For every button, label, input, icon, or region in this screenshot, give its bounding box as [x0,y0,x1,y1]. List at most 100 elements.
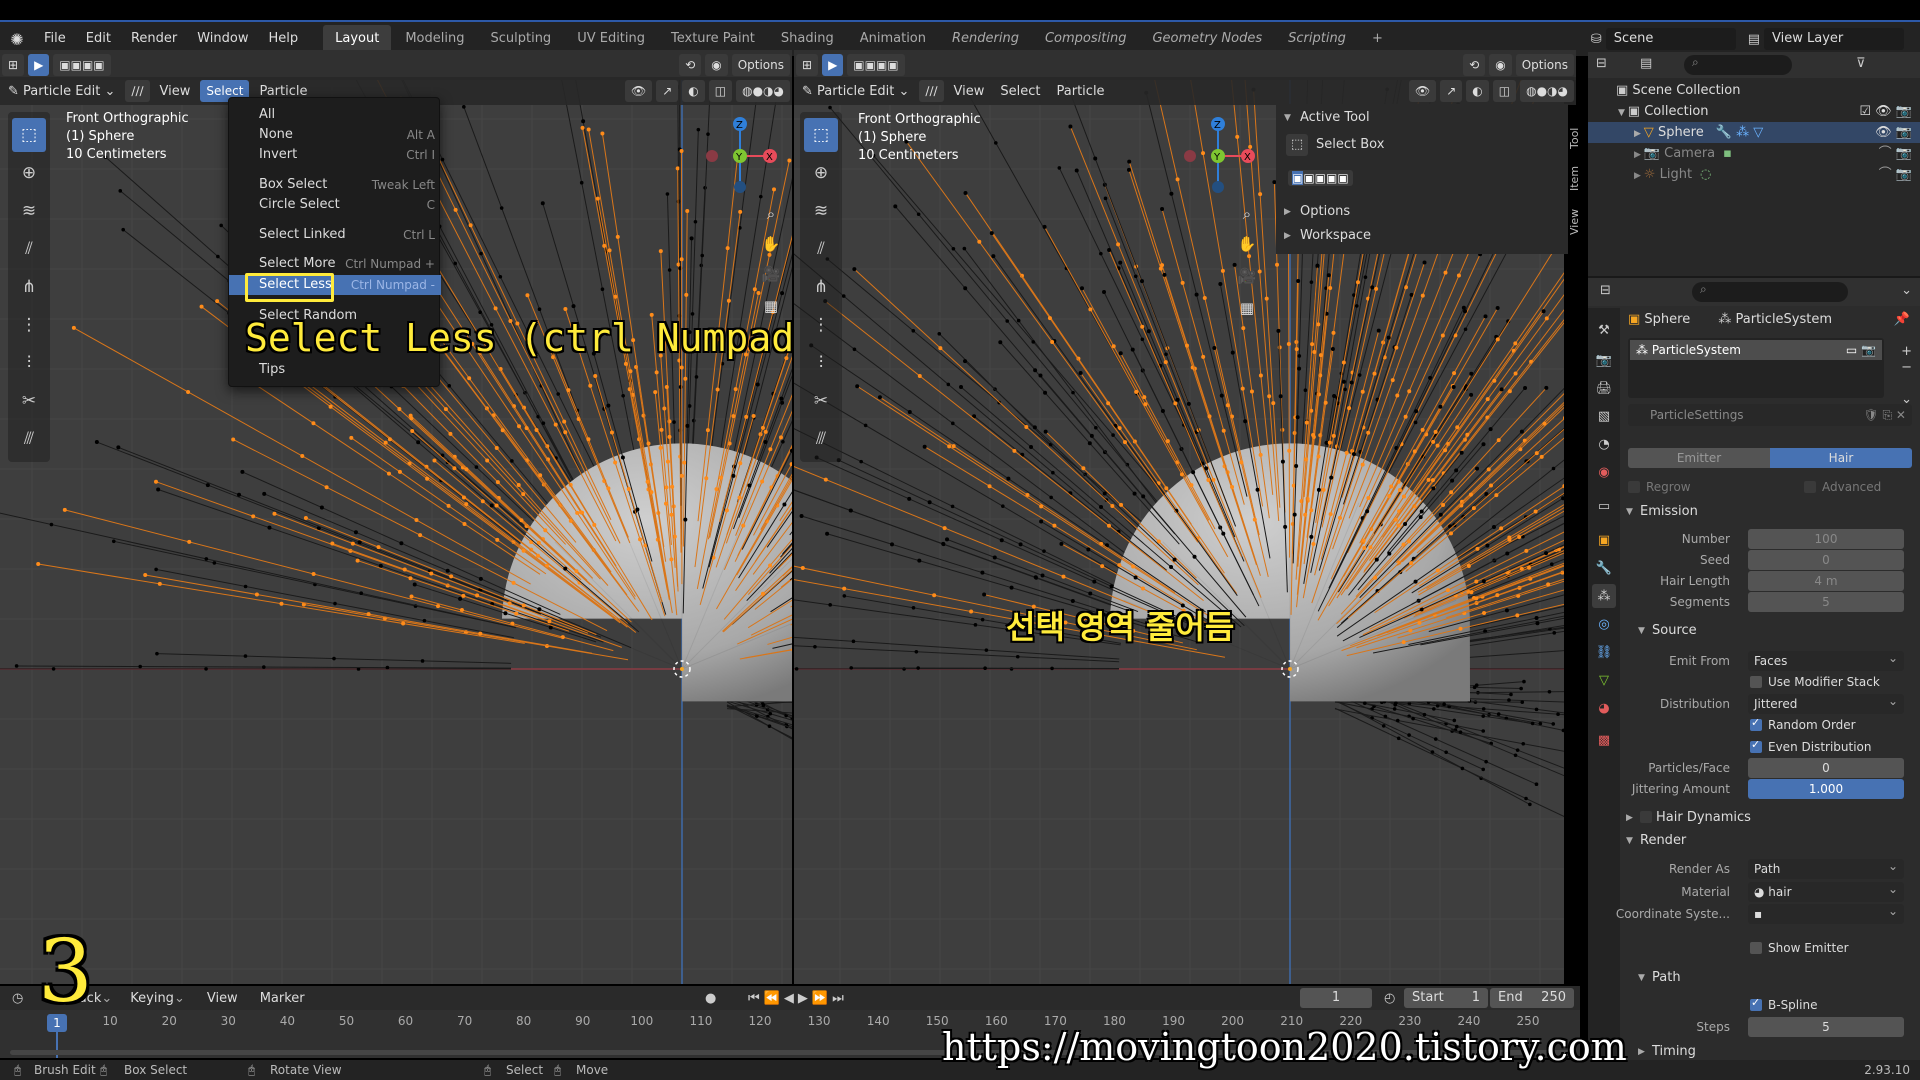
pin-icon[interactable]: 📌 [1894,312,1910,327]
cut-tool-icon[interactable]: ✂ [12,384,46,418]
emission-section[interactable]: ▼ Emission [1620,500,1920,524]
properties-options-icon[interactable]: ⌄ [1901,283,1912,298]
display-mode-icon[interactable]: ▤ [1640,56,1652,71]
mode-dropdown[interactable]: ✎ Particle Edit ⌄ [0,84,123,99]
particles-tab-icon[interactable]: ⁂ [1592,584,1616,608]
constraints-tab-icon[interactable]: ⛓ [1592,640,1616,664]
seed-field[interactable]: 0 [1748,550,1904,570]
advanced-checkbox[interactable] [1804,481,1816,493]
select-tool-icon-right[interactable]: ▶ [822,54,844,76]
shading-modes-icon-right[interactable]: ◍●◑◕ [1520,80,1574,102]
number-field[interactable]: 100 [1748,529,1904,549]
segments-field[interactable]: 5 [1748,592,1904,612]
menu-item-circle-select[interactable]: Circle Select C [229,195,441,215]
emit-from-dropdown[interactable]: Faces [1748,648,1904,671]
world-tab-icon[interactable]: ◉ [1592,460,1616,484]
modifier-stack-checkbox[interactable] [1750,676,1762,688]
particle-system-list-item[interactable]: ⁂ ParticleSystem ▭ 📷 [1630,340,1882,360]
render-section[interactable]: ▼ Render [1620,829,1920,853]
length-tool-icon[interactable]: ⋮ [12,308,46,342]
menu-particle-right[interactable]: Particle [1049,84,1113,99]
scene-field[interactable]: Scene [1605,28,1736,50]
overlay-icon[interactable]: ◐ [682,80,705,102]
menu-item-none[interactable]: None Alt A [229,125,441,145]
gizmo-icon[interactable]: ↗ [656,80,679,102]
steps-field[interactable]: 5 [1748,1017,1904,1037]
comb-tool-icon-right[interactable]: ≋ [804,194,838,228]
editor-type-icon[interactable]: ⊞ [2,54,25,76]
tab-scripting[interactable]: Scripting [1276,25,1358,53]
filter-icon[interactable]: ⊽ [1856,56,1866,71]
tab-layout[interactable]: Layout [323,25,392,53]
menu-item-all[interactable]: All [229,105,441,125]
add-tool-icon[interactable]: ⋔ [12,270,46,304]
menu-view-right[interactable]: View [946,84,993,99]
outliner-scene-collection[interactable]: ▣ Scene Collection [1588,80,1920,101]
end-frame-field[interactable]: End 250 [1490,988,1574,1008]
tab-sculpting[interactable]: Sculpting [478,25,563,53]
pan-hand-icon[interactable]: ✋ [757,230,785,258]
physics-tab-icon[interactable]: ◎ [1592,612,1616,636]
type-hair-button[interactable]: Hair [1770,448,1912,468]
collection-tab-icon[interactable]: ▭ [1592,494,1616,518]
add-tool-icon-right[interactable]: ⋔ [804,270,838,304]
camera-visibility-icon[interactable]: ⌒ 📷 [1879,143,1912,164]
menu-view[interactable]: View [152,84,199,99]
playback-controls[interactable]: ⏮⏪◀▶⏩⏭ [748,991,848,1006]
smooth-tool-icon-right[interactable]: ⫽ [804,232,838,266]
particle-system-list[interactable]: ⁂ ParticleSystem ▭ 📷 [1628,338,1884,398]
tab-shading[interactable]: Shading [769,25,846,53]
select-box-tool-icon[interactable]: ⬚ [12,118,46,152]
add-workspace-button[interactable]: + [1360,25,1395,53]
scene-tab-icon[interactable]: ◔ [1592,432,1616,456]
hair-length-field[interactable]: 4 m [1748,571,1904,591]
marker-menu[interactable]: Marker [260,991,305,1006]
outliner-editor-icon[interactable]: ⊟ [1596,56,1607,71]
distribution-dropdown[interactable]: Jittered [1748,691,1904,714]
menu-item-box-select[interactable]: Box Select Tweak Left [229,175,441,195]
options-dropdown-right[interactable]: Options [1515,54,1574,76]
keying-menu[interactable]: Keying [130,991,174,1006]
select-tool-icon[interactable]: ▶ [28,54,50,76]
tab-modeling[interactable]: Modeling [393,25,476,53]
data-tab-icon[interactable]: ▽ [1592,668,1616,692]
current-frame-field[interactable]: 1 [1300,988,1372,1008]
snap-icon-right[interactable]: ⟲ [1463,54,1486,76]
outliner-camera[interactable]: ▶ 📷 Camera ▪ ⌒ 📷 [1588,143,1920,164]
xray-icon-right[interactable]: ◫ [1492,80,1517,102]
list-item-toggle-icons[interactable]: ▭ 📷 [1846,340,1876,360]
visibility-icon-right[interactable]: 👁 [1408,80,1437,102]
menu-item-tips[interactable]: Tips [229,360,441,380]
render-as-dropdown[interactable]: Path [1748,856,1904,879]
jittering-slider[interactable]: 1.000 [1748,779,1904,799]
smooth-tool-icon[interactable]: ⫽ [12,232,46,266]
weight-tool-icon-right[interactable]: ⫻ [804,422,838,456]
xray-icon[interactable]: ◫ [708,80,733,102]
record-icon[interactable]: ● [705,991,716,1006]
length-tool-icon-right[interactable]: ⋮ [804,308,838,342]
start-frame-field[interactable]: Start 1 [1404,988,1488,1008]
options-dropdown[interactable]: Options [731,54,790,76]
mode-dropdown-right[interactable]: ✎ Particle Edit ⌄ [794,84,917,99]
tab-texture-paint[interactable]: Texture Paint [659,25,767,53]
overlay-icon-right[interactable]: ◐ [1466,80,1489,102]
particle-select-mode-icons-right[interactable]: ∕∕∕ [919,80,944,102]
pan-hand-icon-right[interactable]: ✋ [1233,230,1261,258]
random-order-checkbox[interactable] [1750,716,1762,731]
tab-compositing[interactable]: Compositing [1033,25,1139,53]
navigation-gizmo-left[interactable]: Z X Y [704,112,780,198]
view-layer-field[interactable]: View Layer [1764,28,1904,50]
puff-tool-icon-right[interactable]: ⫶ [804,346,838,380]
zoom-icon-right[interactable]: ⌕ [1233,200,1261,228]
coordinate-field[interactable]: ▪ [1748,901,1904,924]
collection-visibility-icon[interactable]: ☑ 👁 📷 [1859,101,1912,122]
select-mode-icons-right[interactable]: ▣▣▣▣ [847,54,905,76]
tab-geometry-nodes[interactable]: Geometry Nodes [1140,25,1274,53]
cut-tool-icon-right[interactable]: ✂ [804,384,838,418]
outliner-light[interactable]: ▶ ☼ Light ◌ ⌒ 📷 [1588,164,1920,185]
select-box-row[interactable]: ⬚ Select Box [1286,132,1384,158]
regrow-checkbox[interactable] [1628,481,1640,493]
tab-uv-editing[interactable]: UV Editing [565,25,657,53]
view-layer-tab-icon[interactable]: ▧ [1592,404,1616,428]
material-dropdown[interactable]: ◕ hair [1748,879,1904,902]
